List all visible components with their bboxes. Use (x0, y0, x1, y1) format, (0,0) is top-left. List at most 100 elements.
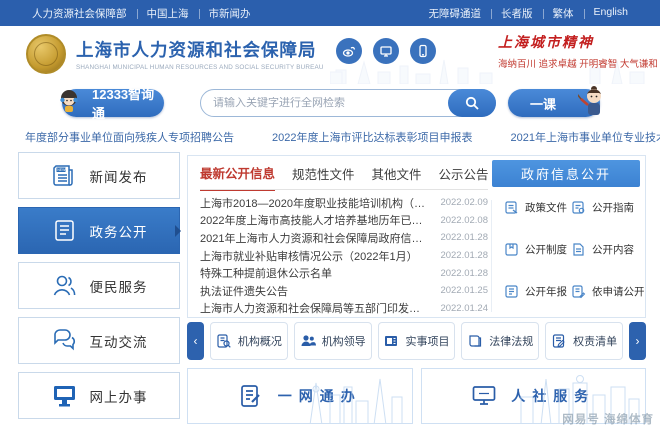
news-row[interactable]: 2021年上海市人力资源和社会保障局政府信息公开工... 2022.01.28 (200, 229, 488, 247)
panel-item-disclosure-system[interactable]: 公开制度 (504, 242, 567, 257)
mobile-icon[interactable] (410, 38, 436, 64)
apply-icon (572, 285, 586, 299)
panel-item-disclosure-content[interactable]: 公开内容 (571, 242, 645, 257)
news-row[interactable]: 执法证件遗失公告 2022.01.25 (200, 282, 488, 300)
org-overview-icon (217, 334, 231, 348)
bureau-logo (26, 34, 66, 74)
news-title: 2022年度上海市高技能人才培养基地历年已资助实训... (200, 215, 428, 228)
quick-link-org-overview[interactable]: 机构概况 (210, 322, 288, 360)
news-list: 上海市2018—2020年度职业技能培训机构（项目）办... 2022.02.0… (200, 194, 488, 317)
tab-normative-docs[interactable]: 规范性文件 (292, 155, 355, 190)
link-senior-version[interactable]: 长者版 (491, 6, 543, 21)
news-row[interactable]: 上海市人力资源和社会保障局等五部门印发关于促进... 2022.01.24 (200, 300, 488, 318)
course-teacher-avatar (578, 86, 601, 115)
panel-item-policy-documents[interactable]: 政策文件 (504, 200, 567, 215)
chat-bubbles-icon (53, 329, 75, 351)
carousel-next-button[interactable]: › (628, 322, 646, 360)
search-input[interactable] (201, 97, 449, 109)
top-left-links: 人力资源社会保障部 中国上海 市新闻办 (22, 6, 261, 21)
news-row[interactable]: 上海市就业补贴审核情况公示（2022年1月） 2022.01.28 (200, 247, 488, 265)
course-button[interactable]: 一课 (508, 86, 601, 117)
top-right-links: 无障碍通道 长者版 繁体 English (419, 6, 638, 21)
news-title: 上海市人力资源和社会保障局等五部门印发关于促进... (200, 303, 428, 316)
quick-link-label: 实事项目 (405, 336, 450, 348)
carousel-prev-button[interactable]: ‹ (187, 322, 204, 360)
city-spirit-title: 上海城市精神 (498, 35, 594, 51)
link-city-news-office[interactable]: 市新闻办 (198, 6, 261, 21)
tab-other-docs[interactable]: 其他文件 (372, 155, 422, 190)
site-brand[interactable]: 上海市人力资源和社会保障局 SHANGHAI MUNICIPAL HUMAN R… (26, 34, 324, 74)
top-utility-bar: 人力资源社会保障部 中国上海 市新闻办 无障碍通道 长者版 繁体 English (0, 0, 660, 26)
sidebar-item-gov-affairs[interactable]: 政务公开 (18, 207, 181, 254)
panel-label: 公开指南 (592, 202, 634, 214)
leaders-icon (301, 335, 316, 346)
news-date: 2022.02.09 (440, 197, 488, 209)
primary-nav-sidebar: NEWS 新闻发布 政务公开 便民服务 互动交流 网上办事 (18, 152, 181, 427)
monitor-icon (53, 386, 75, 407)
panel-label: 政策文件 (525, 202, 567, 214)
quick-link-label: 机构领导 (321, 336, 366, 348)
sidebar-label-interaction: 互动交流 (89, 334, 148, 350)
banner-skyline-decoration (309, 378, 402, 423)
panel-item-disclosure-upon-request[interactable]: 依申请公开 (571, 284, 645, 299)
news-title: 上海市2018—2020年度职业技能培训机构（项目）办... (200, 197, 428, 210)
document-icon (54, 220, 74, 241)
news-date: 2022.01.24 (440, 302, 488, 314)
sidebar-item-news[interactable]: NEWS 新闻发布 (18, 152, 180, 199)
news-title: 上海市就业补贴审核情况公示（2022年1月） (200, 250, 418, 263)
announcement-ticker: 年度部分事业单位面向残疾人专项招聘公告 2022年度上海市评比达标表彰项目申报表… (0, 124, 660, 150)
news-row[interactable]: 2022年度上海市高技能人才培养基地历年已资助实训... 2022.02.08 (200, 212, 488, 230)
hr-services-icon (472, 386, 496, 405)
ticker-link-1[interactable]: 年度部分事业单位面向残疾人专项招聘公告 (25, 129, 234, 145)
news-row[interactable]: 特殊工种提前退休公示名单 2022.01.28 (200, 264, 488, 282)
ticker-link-3[interactable]: 2021年上海市事业单位专业技术二级岗位拟聘人员名单（农业）公 (510, 129, 660, 145)
quick-link-practical-projects[interactable]: 实事项目 (377, 322, 456, 360)
link-traditional-chinese[interactable]: 繁体 (542, 6, 584, 21)
weibo-icon[interactable] (336, 38, 362, 64)
quick-link-label: 机构概况 (237, 336, 282, 348)
guide-icon (572, 201, 585, 214)
quick-link-label: 权责清单 (573, 336, 618, 348)
city-spirit-block: 上海城市精神 海纳百川 追求卓越 开明睿智 大气谦和 (498, 32, 658, 70)
panel-label: 公开内容 (592, 244, 634, 256)
brand-text: 上海市人力资源和社会保障局 SHANGHAI MUNICIPAL HUMAN R… (76, 37, 324, 71)
quick-link-laws-regulations[interactable]: 法律法规 (461, 322, 540, 360)
panel-item-disclosure-guide[interactable]: 公开指南 (571, 200, 645, 215)
link-english[interactable]: English (583, 6, 638, 21)
news-date: 2022.01.28 (440, 232, 488, 244)
news-row[interactable]: 上海市2018—2020年度职业技能培训机构（项目）办... 2022.02.0… (200, 194, 488, 212)
one-stop-icon (240, 385, 260, 407)
link-accessibility[interactable]: 无障碍通道 (419, 6, 492, 21)
disclosure-quick-panel: 政策文件 公开指南 公开制度 公开内容 公开年报 依申请公开 (504, 200, 645, 299)
quick-link-org-leaders[interactable]: 机构领导 (293, 322, 372, 360)
sidebar-label-news: 新闻发布 (89, 169, 148, 185)
news-date: 2022.01.28 (440, 250, 488, 262)
site-subtitle: SHANGHAI MUNICIPAL HUMAN RESOURCES AND S… (76, 64, 324, 71)
desktop-icon[interactable] (373, 38, 399, 64)
news-title: 特殊工种提前退休公示名单 (200, 268, 332, 281)
responsibility-icon (552, 334, 565, 348)
sidebar-label-public-services: 便民服务 (89, 279, 148, 295)
tab-public-notices[interactable]: 公示公告 (439, 155, 489, 190)
search-row: 12333智询通 一课 (0, 84, 660, 122)
sidebar-item-public-services[interactable]: 便民服务 (18, 262, 180, 309)
government-info-disclosure-button[interactable]: 政府信息公开 (492, 160, 640, 187)
hotline-12333-button[interactable]: 12333智询通 (60, 87, 164, 121)
sidebar-item-interaction[interactable]: 互动交流 (18, 317, 180, 364)
banner-one-stop-portal[interactable]: 一网通办 (187, 368, 413, 424)
link-mohrss[interactable]: 人力资源社会保障部 (22, 6, 137, 21)
quick-link-label: 法律法规 (489, 336, 534, 348)
panel-label: 公开制度 (525, 244, 567, 256)
hotline-label: 12333智询通 (92, 87, 155, 121)
search-button[interactable] (448, 89, 496, 117)
sidebar-item-online-services[interactable]: 网上办事 (18, 372, 180, 419)
course-label: 一课 (530, 96, 557, 112)
ticker-link-2[interactable]: 2022年度上海市评比达标表彰项目申报表 (272, 129, 472, 145)
city-spirit-motto: 海纳百川 追求卓越 开明睿智 大气谦和 (498, 59, 658, 70)
panel-divider (491, 200, 492, 312)
tab-latest-info[interactable]: 最新公开信息 (200, 154, 276, 191)
panel-item-annual-report[interactable]: 公开年报 (504, 284, 567, 299)
link-china-shanghai[interactable]: 中国上海 (136, 6, 199, 21)
quick-link-responsibility-list[interactable]: 权责清单 (545, 322, 623, 360)
header-social-icons (336, 38, 436, 64)
